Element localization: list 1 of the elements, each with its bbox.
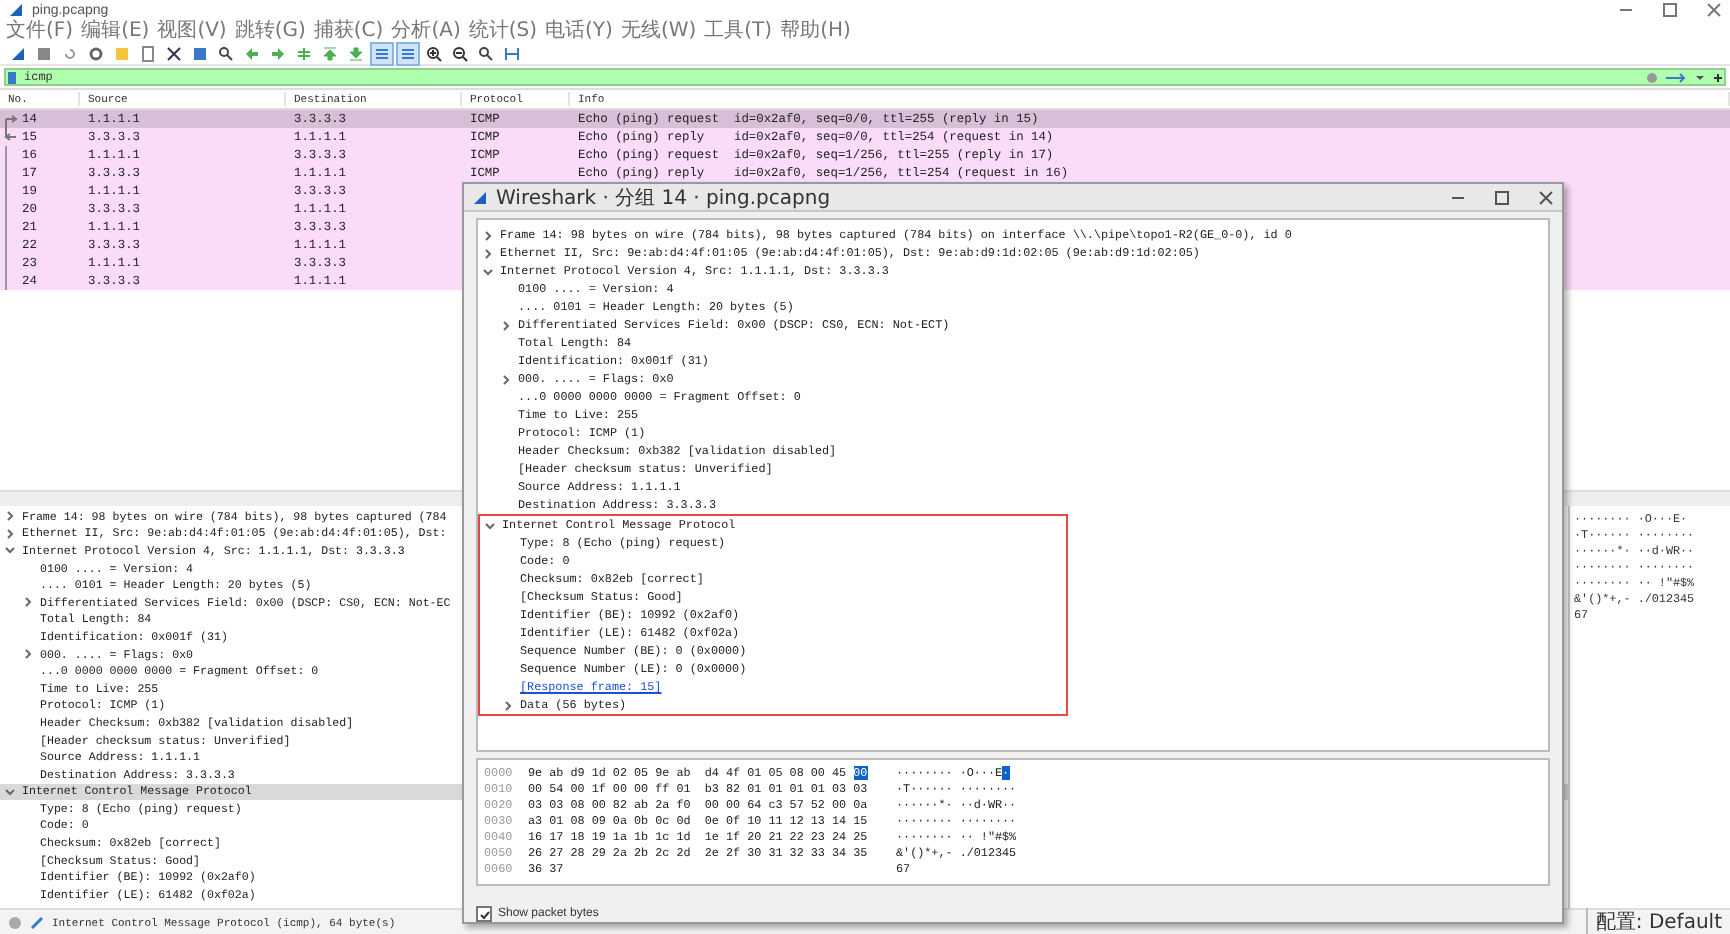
window-title: Wireshark · 分组 14 · ping.pcapng xyxy=(496,185,833,211)
